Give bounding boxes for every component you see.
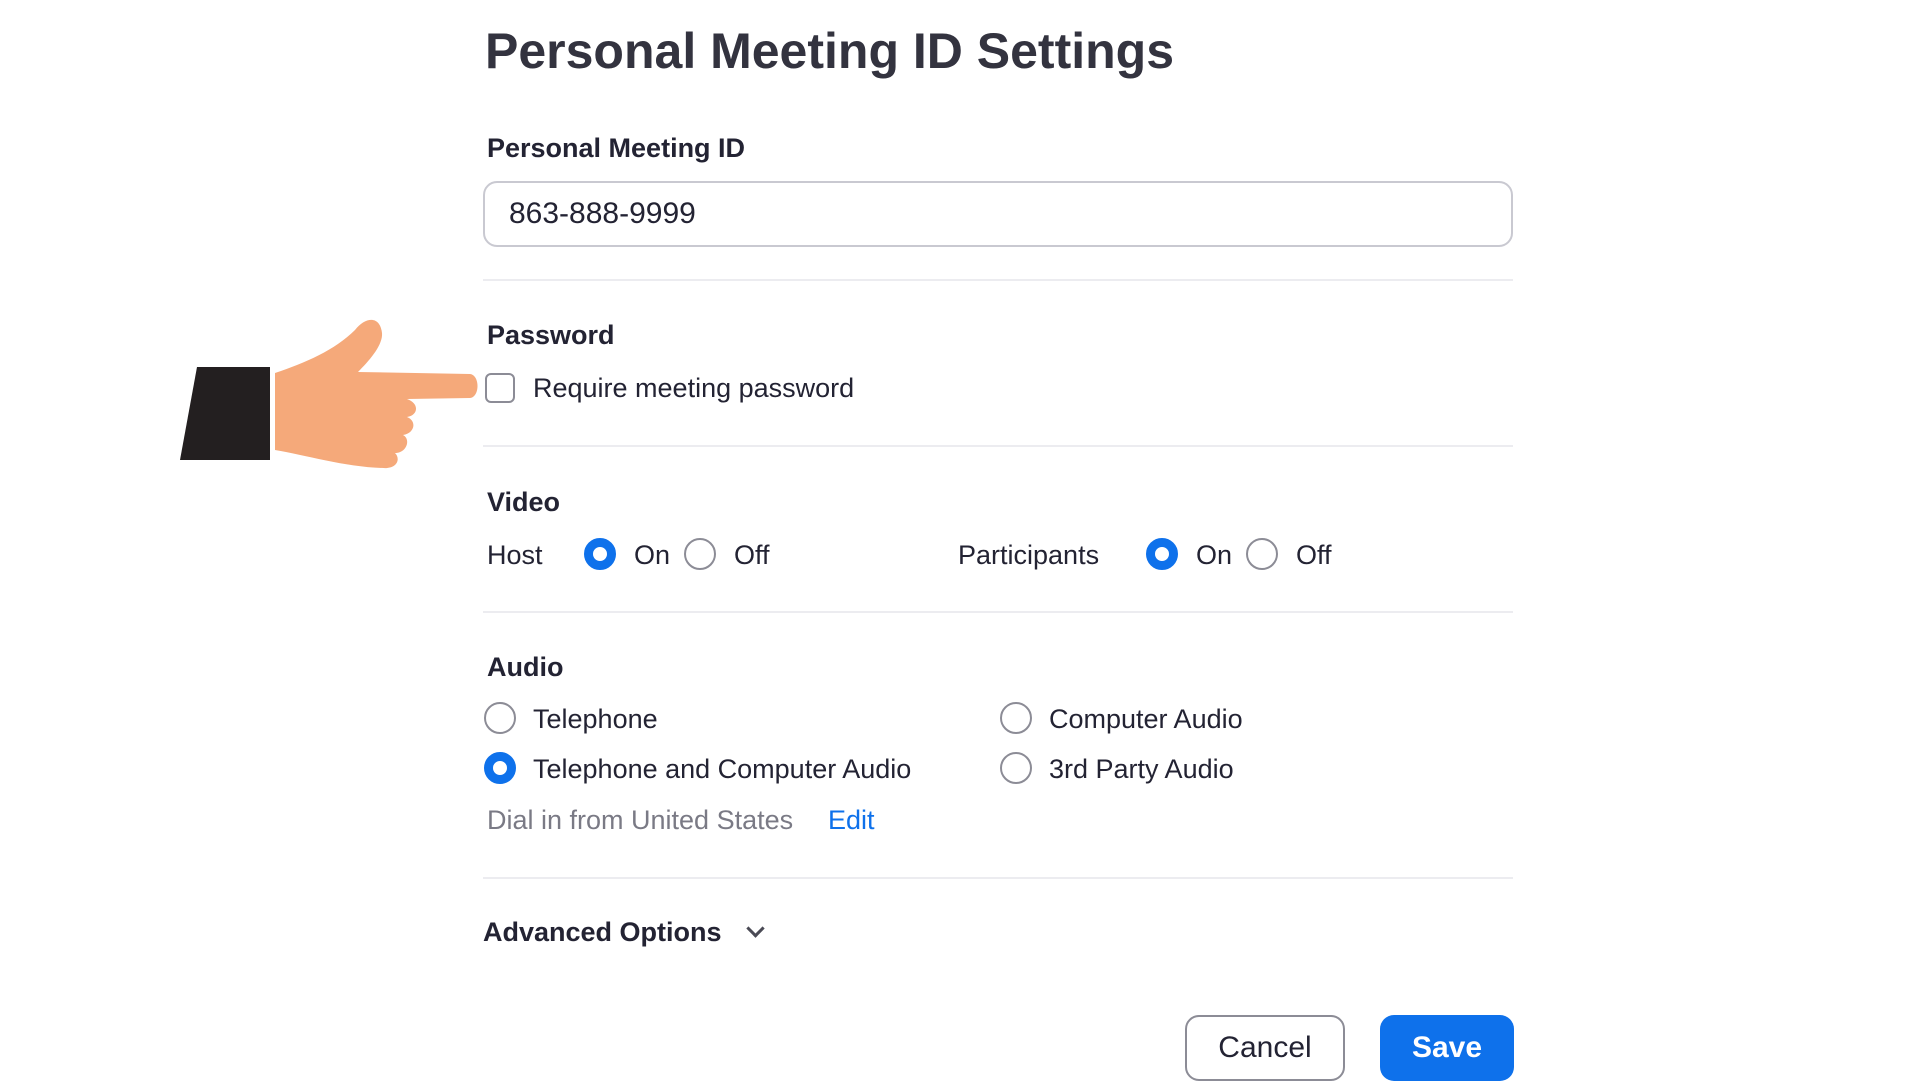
sleeve-shape xyxy=(180,367,270,460)
audio-third-party-radio[interactable] xyxy=(1000,752,1032,784)
dial-in-edit-link[interactable]: Edit xyxy=(828,803,875,837)
video-participants-on-radio[interactable] xyxy=(1146,538,1178,570)
audio-telephone-and-computer-label[interactable]: Telephone and Computer Audio xyxy=(533,752,911,786)
audio-third-party-label[interactable]: 3rd Party Audio xyxy=(1049,752,1234,786)
advanced-options-toggle[interactable]: Advanced Options xyxy=(483,915,722,949)
chevron-down-icon[interactable] xyxy=(746,919,765,938)
pmi-label: Personal Meeting ID xyxy=(487,133,746,163)
video-participants-off-label[interactable]: Off xyxy=(1296,538,1332,572)
audio-telephone-label[interactable]: Telephone xyxy=(533,702,658,736)
video-host-on-label[interactable]: On xyxy=(634,538,670,572)
audio-telephone-radio[interactable] xyxy=(484,702,516,734)
video-host-off-radio[interactable] xyxy=(684,538,716,570)
audio-label: Audio xyxy=(487,652,564,682)
pointing-hand-icon xyxy=(180,319,478,469)
dial-in-text: Dial in from United States xyxy=(487,805,794,835)
require-password-checkbox[interactable] xyxy=(485,373,515,403)
video-participants-label: Participants xyxy=(958,540,1100,570)
require-password-label[interactable]: Require meeting password xyxy=(533,371,854,405)
divider xyxy=(483,445,1513,447)
audio-computer-radio[interactable] xyxy=(1000,702,1032,734)
video-label: Video xyxy=(487,487,561,517)
password-label: Password xyxy=(487,320,615,350)
cancel-button[interactable]: Cancel xyxy=(1185,1015,1345,1081)
hand-shape xyxy=(275,319,478,469)
audio-computer-label[interactable]: Computer Audio xyxy=(1049,702,1243,736)
video-participants-on-label[interactable]: On xyxy=(1196,538,1232,572)
video-host-off-label[interactable]: Off xyxy=(734,538,770,572)
save-button[interactable]: Save xyxy=(1380,1015,1514,1081)
divider xyxy=(483,877,1513,879)
page-title: Personal Meeting ID Settings xyxy=(485,23,1175,79)
divider xyxy=(483,611,1513,613)
video-host-label: Host xyxy=(487,540,543,570)
divider xyxy=(483,279,1513,281)
video-host-on-radio[interactable] xyxy=(584,538,616,570)
pmi-input[interactable] xyxy=(483,181,1513,247)
video-participants-off-radio[interactable] xyxy=(1246,538,1278,570)
audio-telephone-and-computer-radio[interactable] xyxy=(484,752,516,784)
